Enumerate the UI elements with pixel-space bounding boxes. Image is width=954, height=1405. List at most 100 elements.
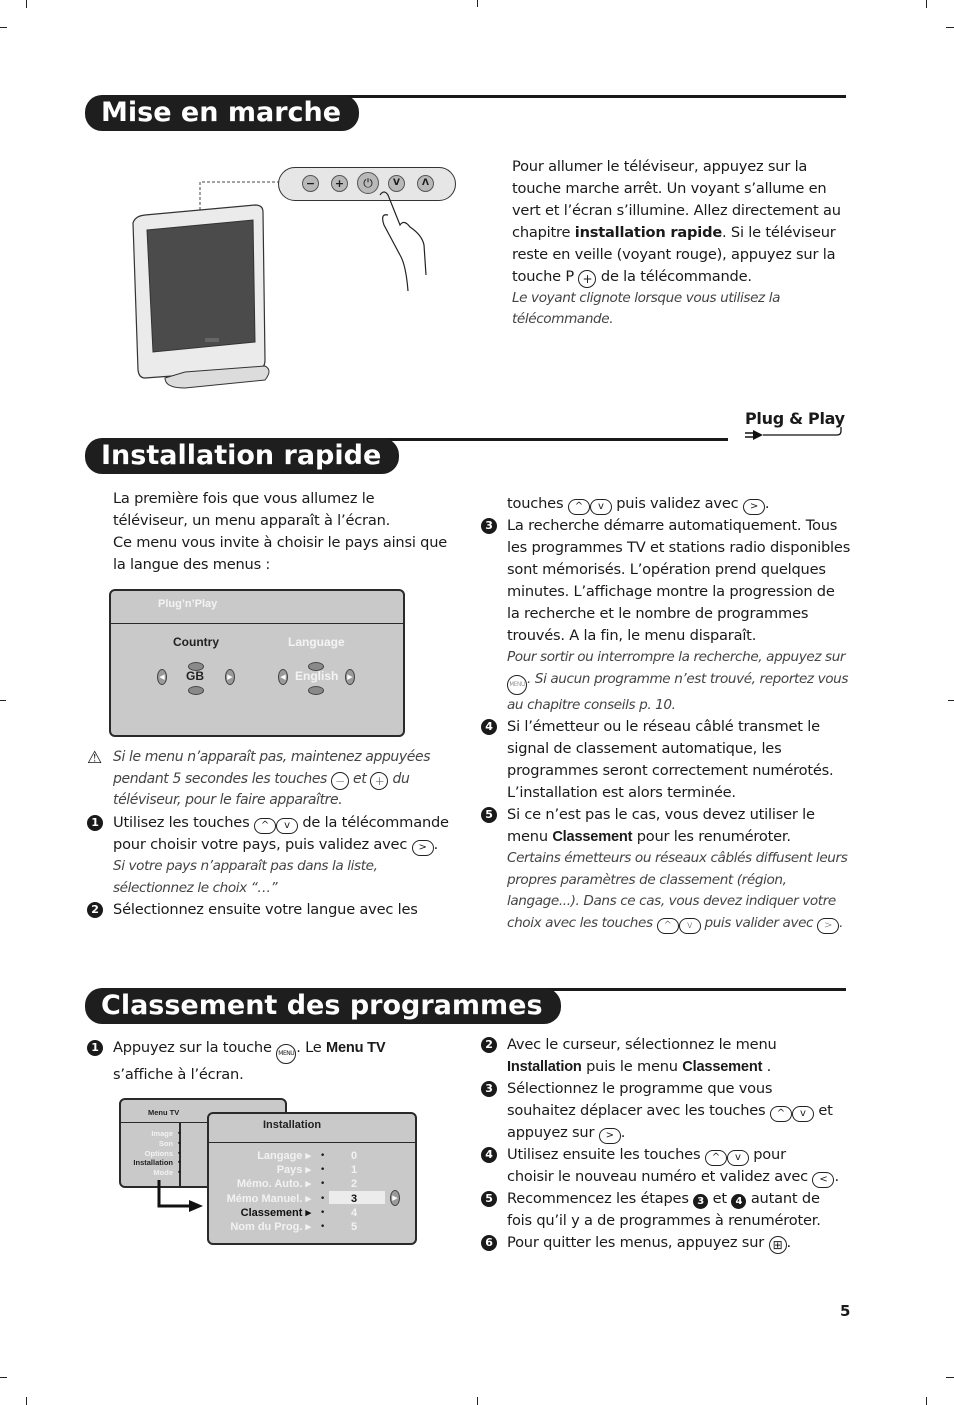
text: puis le menu bbox=[581, 1058, 683, 1075]
section-rule bbox=[300, 95, 846, 98]
step-number: 1 bbox=[87, 815, 103, 831]
program-number[interactable]: 2 bbox=[351, 1177, 357, 1191]
right-arrow-icon[interactable]: ▶ bbox=[390, 1190, 400, 1206]
text-line: chapitre installation rapide. Si le télé… bbox=[512, 222, 852, 244]
crop-mark bbox=[477, 1397, 478, 1405]
text-line: pour choisir votre pays, puis validez av… bbox=[113, 834, 457, 856]
program-number-selected[interactable]: 3 bbox=[351, 1192, 357, 1206]
text: Utilisez ensuite les touches bbox=[507, 1146, 705, 1163]
step-number: 1 bbox=[87, 1040, 103, 1056]
plus-button-icon: + bbox=[331, 175, 348, 192]
text-line: reste en veille (voyant rouge), appuyez … bbox=[512, 246, 836, 263]
program-number[interactable]: 1 bbox=[351, 1163, 357, 1177]
text: . bbox=[433, 836, 439, 853]
text-line: Avec le curseur, sélectionnez le menu bbox=[507, 1036, 777, 1053]
menu-item-mode[interactable]: Mode bbox=[123, 1168, 173, 1178]
text: appuyez sur bbox=[507, 1124, 599, 1141]
installation-item[interactable]: Langage ▸ bbox=[209, 1149, 311, 1163]
installation-item[interactable]: Nom du Prog. ▸ bbox=[209, 1220, 311, 1234]
text-line: Pour allumer le téléviseur, appuyez sur … bbox=[512, 158, 808, 175]
text: . bbox=[786, 1234, 792, 1251]
installation-item[interactable]: Pays ▸ bbox=[209, 1163, 311, 1177]
text-line: Sélectionnez ensuite votre langue avec l… bbox=[113, 901, 418, 918]
text: . bbox=[834, 1168, 839, 1185]
text-line: vert et l’écran s’illumine. Allez direct… bbox=[512, 202, 841, 219]
step-4: 4 Utilisez ensuite les touches ^ v pour c… bbox=[481, 1144, 851, 1188]
text-line: Recommencez les étapes 3 et 4 autant de bbox=[507, 1188, 851, 1210]
country-left-arrow-icon[interactable]: ◀ bbox=[157, 669, 167, 685]
step-number: 5 bbox=[481, 1191, 497, 1207]
language-value[interactable]: English bbox=[295, 669, 338, 683]
text-line: s’affiche à l’écran. bbox=[113, 1066, 244, 1083]
menu-item-image[interactable]: Image bbox=[123, 1129, 173, 1139]
text: du bbox=[388, 770, 410, 787]
crop-mark bbox=[26, 1397, 27, 1405]
plug-and-play-logo-text: Plug & Play bbox=[745, 409, 845, 428]
installation-item[interactable]: Mémo. Auto. ▸ bbox=[209, 1177, 311, 1191]
crop-mark bbox=[946, 1377, 954, 1378]
crop-mark bbox=[946, 27, 954, 28]
menu-item-son[interactable]: Son bbox=[123, 1139, 173, 1149]
text: touches bbox=[507, 495, 568, 512]
plus-key-icon: + bbox=[578, 270, 597, 288]
plug-icon bbox=[745, 427, 842, 440]
step-2-continued: touches ^ v puis validez avec >. bbox=[481, 493, 851, 515]
language-left-arrow-icon[interactable]: ◀ bbox=[278, 669, 288, 685]
step-ref: 3 bbox=[693, 1194, 709, 1209]
text-line: téléviseur, un menu apparaît à l’écran. bbox=[113, 512, 391, 529]
text: . Si aucun programme n’est trouvé, repor… bbox=[507, 670, 849, 713]
step-1: 1 Appuyez sur la touche MENU. Le Menu TV… bbox=[87, 1037, 457, 1086]
program-number[interactable]: 4 bbox=[351, 1206, 357, 1220]
menu-item-options[interactable]: Options bbox=[123, 1149, 173, 1159]
text-line: touche P + de la télécommande. bbox=[512, 266, 852, 288]
crop-mark bbox=[948, 700, 954, 701]
step-note: Certains émetteurs ou réseaux câblés dif… bbox=[507, 848, 851, 934]
installation-steps-right: touches ^ v puis validez avec >. 3 La rec… bbox=[481, 493, 851, 934]
text: . bbox=[620, 1124, 626, 1141]
text: puis validez avec bbox=[611, 495, 743, 512]
warning-note: ⚠ Si le menu n’apparaît pas, maintenez a… bbox=[87, 747, 457, 812]
exit-menu-key-icon: ⊞ bbox=[768, 1236, 787, 1254]
program-number[interactable]: 0 bbox=[351, 1149, 357, 1163]
text: de la télécommande. bbox=[596, 268, 752, 285]
text: choisir le nouveau numéro et validez ave… bbox=[507, 1168, 813, 1185]
text: et bbox=[813, 1102, 833, 1119]
menu-item-installation[interactable]: Installation bbox=[123, 1158, 173, 1168]
country-value[interactable]: GB bbox=[186, 669, 204, 683]
language-right-arrow-icon[interactable]: ▶ bbox=[345, 669, 355, 685]
installation-item-active[interactable]: Classement ▸ bbox=[209, 1206, 311, 1220]
osd-title: Plug’n’Play bbox=[158, 598, 218, 610]
step-number: 2 bbox=[87, 902, 103, 918]
program-number[interactable]: 5 bbox=[351, 1220, 357, 1234]
section-title-mise-en-marche: Mise en marche bbox=[85, 95, 360, 131]
text: Utilisez les touches bbox=[113, 814, 254, 831]
text-line: Ce menu vous invite à choisir le pays ai… bbox=[113, 534, 448, 551]
country-right-arrow-icon[interactable]: ▶ bbox=[225, 669, 235, 685]
item-label: Mémo Manuel. bbox=[226, 1192, 303, 1205]
up-key-icon: ^ bbox=[567, 499, 590, 515]
step-1: 1 Utilisez les touches ^ v de la télécomm… bbox=[87, 812, 457, 899]
country-label: Country bbox=[173, 635, 219, 649]
right-key-icon: > bbox=[742, 499, 765, 515]
step-number: 5 bbox=[481, 807, 497, 823]
right-key-icon: > bbox=[411, 840, 434, 856]
step-2: 2 Avec le curseur, sélectionnez le menu … bbox=[481, 1034, 851, 1078]
menu-tv-items: Image Son Options Installation Mode bbox=[123, 1129, 173, 1178]
step-ref: 4 bbox=[731, 1194, 747, 1209]
text: . bbox=[764, 495, 770, 512]
item-label: Mémo. Auto. bbox=[236, 1178, 303, 1191]
down-key-icon: v bbox=[589, 499, 612, 515]
menu-key-icon: MENU bbox=[507, 674, 527, 695]
note: Le voyant clignote lorsque vous utilisez… bbox=[512, 290, 781, 327]
right-key-icon: > bbox=[817, 917, 840, 934]
step-number: 4 bbox=[481, 719, 497, 735]
text-line: pendant 5 secondes les touches − et + du bbox=[113, 769, 457, 791]
installation-item[interactable]: Mémo Manuel. ▸ bbox=[209, 1192, 311, 1206]
section-title-classement: Classement des programmes bbox=[85, 988, 561, 1024]
down-key-icon: v bbox=[678, 917, 701, 934]
step-text: La recherche démarre automatiquement. To… bbox=[507, 517, 851, 644]
language-down-arrow-icon bbox=[308, 686, 324, 695]
step-text: Si l’émetteur ou le réseau câblé transme… bbox=[507, 718, 834, 801]
crop-mark bbox=[926, 1397, 927, 1405]
text: Pour sortir ou interrompre la recherche,… bbox=[507, 649, 846, 665]
